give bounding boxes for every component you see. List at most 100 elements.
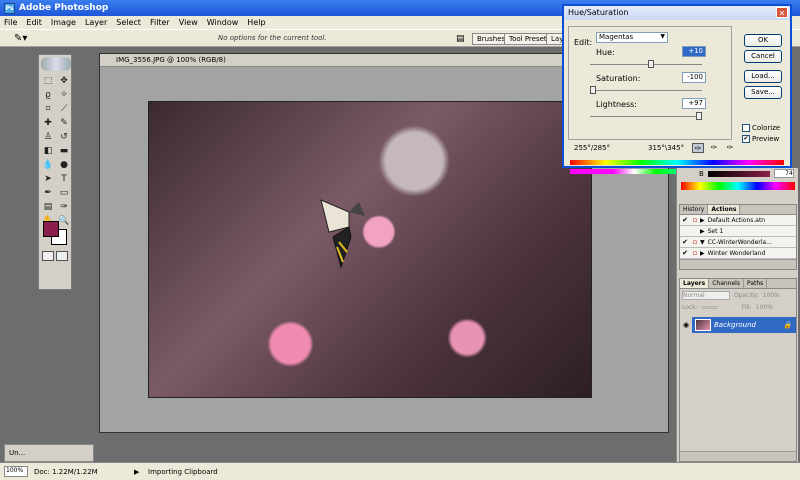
channel-slider[interactable] <box>707 170 770 177</box>
play-arrow-icon[interactable]: ▶ <box>134 468 142 476</box>
magic-wand-icon[interactable]: ✧ <box>57 89 71 101</box>
blend-opacity-row: Normal Opacity: 100% <box>680 289 796 301</box>
preview-checkbox[interactable]: ✔ Preview <box>742 135 779 143</box>
foreground-color-swatch[interactable] <box>43 221 59 237</box>
action-row[interactable]: ✔ ▫ ▶ Default Actions.atn <box>680 215 796 226</box>
fill-label: Fill: <box>741 303 752 311</box>
saturation-input[interactable]: -100 <box>682 72 706 83</box>
path-select-icon[interactable]: ➤ <box>41 173 55 185</box>
tab-paths[interactable]: Paths <box>744 279 768 288</box>
clone-stamp-icon[interactable]: ♙ <box>41 131 55 143</box>
move-tool-icon[interactable]: ✥ <box>57 75 71 87</box>
eye-icon[interactable]: ◉ <box>680 317 692 333</box>
checkmark-icon[interactable]: ✔ <box>680 215 690 225</box>
eyedropper-plus-icon[interactable]: ✑ <box>708 143 720 153</box>
document-canvas[interactable] <box>148 101 592 398</box>
brush-tool-icon[interactable]: ✎ <box>57 117 71 129</box>
cancel-button[interactable]: Cancel <box>744 50 782 63</box>
action-row[interactable]: ▶ Set 1 <box>680 226 796 237</box>
eraser-tool-icon[interactable]: ◧ <box>41 145 55 157</box>
opacity-label: Opacity: <box>734 291 759 299</box>
slice-tool-icon[interactable]: ⟋ <box>57 103 71 115</box>
dodge-tool-icon[interactable]: ● <box>57 159 71 171</box>
lock-icons[interactable]: ▫▫▫▫ <box>702 304 738 311</box>
hue-input[interactable]: +10 <box>682 46 706 57</box>
dialog-toggle-icon[interactable]: ▫ <box>690 248 700 258</box>
zoom-tool-icon[interactable]: 🔍 <box>57 215 71 227</box>
pen-tool-icon[interactable]: ✒ <box>41 187 55 199</box>
ok-button[interactable]: OK <box>744 34 782 47</box>
checkmark-icon[interactable]: ✔ <box>680 237 690 247</box>
layer-thumbnail <box>695 319 711 331</box>
tab-history[interactable]: History <box>680 205 709 214</box>
eyedropper-minus-icon[interactable]: ✑ <box>724 143 736 153</box>
menu-view[interactable]: View <box>179 18 198 27</box>
action-row[interactable]: ✔ ▫ ▼ CC-WinterWonderla... <box>680 237 796 248</box>
colorize-checkbox[interactable]: Colorize <box>742 124 780 132</box>
expand-triangle-icon[interactable]: ▶ <box>700 228 705 235</box>
shape-tool-icon[interactable]: ▭ <box>57 187 71 199</box>
saturation-slider-thumb[interactable] <box>590 86 596 94</box>
dialog-toggle-icon[interactable]: ▫ <box>690 237 700 247</box>
color-ramp[interactable] <box>681 182 795 190</box>
opacity-input[interactable]: 100% <box>763 292 780 299</box>
dialog-title: Hue/Saturation ✕ <box>564 6 790 20</box>
menu-filter[interactable]: Filter <box>150 18 170 27</box>
channel-value[interactable]: 74 <box>773 169 794 178</box>
menu-file[interactable]: File <box>4 18 17 27</box>
menu-window[interactable]: Window <box>207 18 239 27</box>
edit-select[interactable]: Magentas ▼ <box>596 32 668 43</box>
blur-tool-icon[interactable]: 💧 <box>41 159 55 171</box>
layer-row[interactable]: ◉ Background 🔒 <box>680 317 796 333</box>
lightness-input[interactable]: +97 <box>682 98 706 109</box>
close-icon[interactable]: ✕ <box>776 7 788 18</box>
eyedropper-icon[interactable]: ✎▾ <box>14 33 34 45</box>
expand-triangle-icon[interactable]: ▶ <box>700 250 705 257</box>
lightness-slider[interactable] <box>590 112 702 120</box>
colorize-checkbox-box[interactable] <box>742 124 750 132</box>
menu-help[interactable]: Help <box>247 18 265 27</box>
action-label: Set 1 <box>707 227 724 235</box>
saturation-slider[interactable] <box>590 86 702 94</box>
type-tool-icon[interactable]: T <box>57 173 71 185</box>
expand-triangle-icon[interactable]: ▼ <box>700 239 705 246</box>
quick-mask-button[interactable] <box>56 251 68 261</box>
app-title: Adobe Photoshop <box>19 3 109 13</box>
gradient-tool-icon[interactable]: ▬ <box>57 145 71 157</box>
healing-brush-icon[interactable]: ✚ <box>41 117 55 129</box>
save-button[interactable]: Save... <box>744 86 782 99</box>
checkmark-icon[interactable]: ✔ <box>742 135 750 143</box>
dialog-toggle-icon[interactable] <box>690 226 700 236</box>
marquee-tool-icon[interactable]: ⬚ <box>41 75 55 87</box>
palette-well-icon[interactable]: ▤ <box>452 33 469 45</box>
menu-select[interactable]: Select <box>116 18 141 27</box>
dialog-toggle-icon[interactable]: ▫ <box>690 215 700 225</box>
expand-triangle-icon[interactable]: ▶ <box>700 217 705 224</box>
minimized-window[interactable]: Un... <box>4 444 94 462</box>
tab-actions[interactable]: Actions <box>708 205 741 214</box>
status-bar: 100% Doc: 1.22M/1.22M ▶ Importing Clipbo… <box>0 462 800 480</box>
hue-slider[interactable] <box>590 60 702 68</box>
standard-mode-button[interactable] <box>42 251 54 261</box>
checkmark-icon[interactable] <box>680 226 690 236</box>
load-button[interactable]: Load... <box>744 70 782 83</box>
menu-image[interactable]: Image <box>51 18 76 27</box>
fill-input[interactable]: 100% <box>756 304 773 311</box>
eyedropper-icon[interactable]: ✑ <box>692 143 704 153</box>
action-row[interactable]: ✔ ▫ ▶ Winter Wonderland <box>680 248 796 259</box>
butterfly-image <box>320 199 365 269</box>
blend-mode-select[interactable]: Normal <box>682 290 730 300</box>
tab-layers[interactable]: Layers <box>680 279 710 288</box>
eyedropper-tool-icon[interactable]: ✑ <box>57 201 71 213</box>
tab-channels[interactable]: Channels <box>709 279 744 288</box>
menu-edit[interactable]: Edit <box>26 18 42 27</box>
crop-tool-icon[interactable]: ⌗ <box>41 103 55 115</box>
notes-tool-icon[interactable]: ▤ <box>41 201 55 213</box>
lightness-slider-thumb[interactable] <box>696 112 702 120</box>
zoom-input[interactable]: 100% <box>4 466 28 477</box>
menu-layer[interactable]: Layer <box>85 18 107 27</box>
hue-slider-thumb[interactable] <box>648 60 654 68</box>
checkmark-icon[interactable]: ✔ <box>680 248 690 258</box>
history-brush-icon[interactable]: ↺ <box>57 131 71 143</box>
lasso-tool-icon[interactable]: ϱ <box>41 89 55 101</box>
